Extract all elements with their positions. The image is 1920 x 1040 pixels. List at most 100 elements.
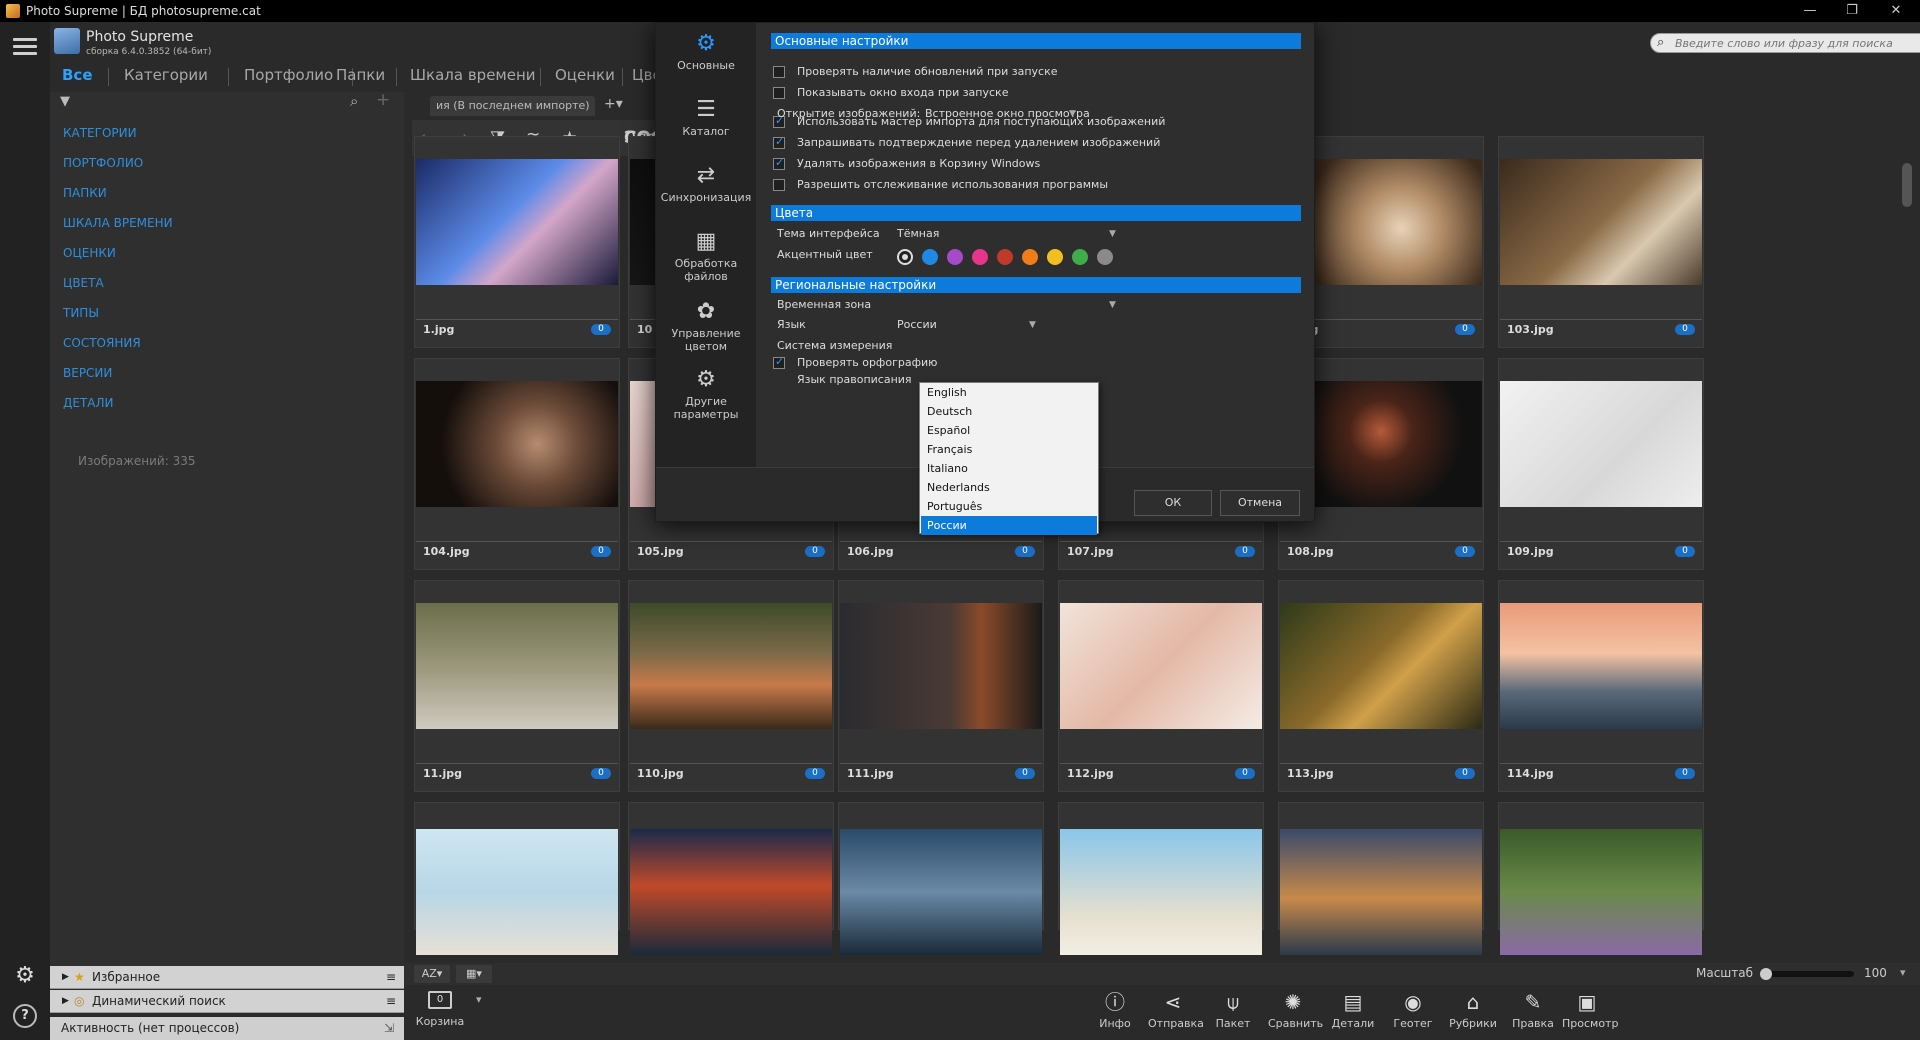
language-select[interactable]: России (897, 318, 937, 331)
thumbnail-image[interactable] (416, 829, 618, 955)
settings-checkbox[interactable] (773, 66, 785, 78)
sidebar-item-folders[interactable]: ПАПКИ (63, 186, 107, 200)
close-button[interactable]: ✕ (1874, 0, 1918, 22)
thumbnail-tile[interactable]: 11.jpg 0 (414, 580, 620, 792)
thumbnail-tile[interactable]: 109.jpg 0 (1498, 358, 1704, 570)
sidebar-item-categories[interactable]: КАТЕГОРИИ (63, 126, 137, 140)
thumbnail-image[interactable] (1500, 381, 1702, 507)
tab-all[interactable]: Все (62, 66, 93, 84)
accent-color-swatch[interactable] (897, 249, 913, 265)
thumbnail-image[interactable] (630, 603, 832, 729)
thumbnail-tile[interactable] (414, 802, 620, 955)
accent-color-swatch[interactable] (972, 249, 988, 265)
thumbnail-tile[interactable]: 112.jpg 0 (1058, 580, 1264, 792)
thumbnail-image[interactable] (1060, 603, 1262, 729)
sidebar-item-colors[interactable]: ЦВЕТА (63, 276, 104, 290)
settings-checkbox[interactable] (773, 179, 785, 191)
scrollbar-thumb[interactable] (1902, 163, 1912, 207)
tab-categories[interactable]: Категории (124, 66, 208, 84)
settings-nav-item[interactable]: ✿ Управление цветом (656, 299, 756, 353)
thumbnail-image[interactable] (416, 381, 618, 507)
settings-nav-item[interactable]: ☰ Каталог (656, 97, 756, 138)
panel-menu-icon[interactable]: ≡ (386, 990, 396, 1013)
view-mode-button[interactable]: ▦▾ (456, 965, 492, 983)
add-tab-icon[interactable]: +▾ (604, 96, 623, 112)
language-option[interactable]: Italiano (921, 459, 1097, 478)
toolbar-button-details[interactable]: ▤ Детали (1328, 991, 1378, 1037)
sort-button[interactable]: AZ▾ (414, 965, 450, 983)
thumbnail-tile[interactable]: 1.jpg 0 (414, 136, 620, 348)
toolbar-button-share[interactable]: ⋖ Отправка (1148, 991, 1204, 1037)
vertical-scrollbar[interactable] (1900, 153, 1914, 959)
settings-nav-item[interactable]: ⚙ Основные (656, 31, 756, 72)
help-icon[interactable]: ? (13, 1004, 37, 1028)
thumbnail-tile[interactable] (1058, 802, 1264, 955)
cancel-button[interactable]: Отмена (1220, 490, 1300, 516)
sidebar-item-versions[interactable]: ВЕРСИИ (63, 366, 112, 380)
thumbnail-tile[interactable] (1278, 802, 1484, 955)
settings-gear-icon[interactable]: ⚙ (13, 964, 37, 988)
thumbnail-tile[interactable]: 104.jpg 0 (414, 358, 620, 570)
basket-dropdown-icon[interactable]: ▾ (476, 993, 482, 1006)
toolbar-button-compare[interactable]: ✺ Сравнить (1268, 991, 1323, 1037)
sidebar-item-ratings[interactable]: ОЦЕНКИ (63, 246, 116, 260)
sidebar-item-states[interactable]: СОСТОЯНИЯ (63, 336, 141, 350)
settings-nav-item[interactable]: ⚙ Другие параметры (656, 367, 756, 421)
expand-arrow-icon[interactable]: ▶ (62, 990, 69, 1013)
chevron-down-icon[interactable]: ▼ (1109, 300, 1116, 310)
tab-ratings[interactable]: Оценки (555, 66, 615, 84)
maximize-button[interactable]: ❐ (1830, 0, 1874, 22)
language-option[interactable]: Português (921, 497, 1097, 516)
thumbnail-image[interactable] (1280, 603, 1482, 729)
accent-color-swatch[interactable] (922, 249, 938, 265)
scale-slider-knob[interactable] (1760, 968, 1772, 980)
toolbar-button-brush[interactable]: ✎ Правка (1508, 991, 1558, 1037)
thumbnail-image[interactable] (416, 159, 618, 285)
chevron-down-icon[interactable]: ▼ (1069, 109, 1076, 119)
add-icon[interactable]: + (376, 90, 390, 110)
thumbnail-tile[interactable]: 113.jpg 0 (1278, 580, 1484, 792)
sidebar-item-portfolio[interactable]: ПОРТФОЛИО (63, 156, 143, 170)
basket-button[interactable]: 0 Корзина (412, 991, 468, 1037)
thumbnail-tile[interactable]: 114.jpg 0 (1498, 580, 1704, 792)
thumbnail-image[interactable] (416, 603, 618, 729)
language-option[interactable]: Español (921, 421, 1097, 440)
settings-nav-item[interactable]: ▦ Обработка файлов (656, 229, 756, 283)
thumbnail-image[interactable] (630, 829, 832, 955)
accent-color-swatch[interactable] (1047, 249, 1063, 265)
tab-portfolio[interactable]: Портфолио (244, 66, 333, 84)
settings-checkbox[interactable] (773, 87, 785, 99)
thumbnail-image[interactable] (1500, 829, 1702, 955)
panel-menu-icon[interactable]: ≡ (386, 966, 396, 989)
dynamic-search-panel[interactable]: ▶ ◎ Динамический поиск ≡ (50, 990, 404, 1013)
sidebar-item-details[interactable]: ДЕТАЛИ (63, 396, 114, 410)
thumbnail-tile[interactable] (1498, 802, 1704, 955)
search-icon[interactable]: ⌕ (350, 92, 358, 110)
menu-icon[interactable] (13, 38, 37, 56)
scale-slider[interactable] (1760, 968, 1854, 980)
chevron-down-icon[interactable]: ▼ (1109, 229, 1116, 239)
language-option[interactable]: Deutsch (921, 402, 1097, 421)
scale-dropdown-icon[interactable]: ▾ (1900, 966, 1906, 979)
thumbnail-image[interactable] (1500, 603, 1702, 729)
search-input[interactable] (1675, 35, 1915, 51)
thumbnail-tile[interactable]: 110.jpg 0 (628, 580, 834, 792)
chevron-down-icon[interactable]: ▼ (1029, 320, 1036, 330)
activity-expand-icon[interactable]: ⇲ (384, 1017, 394, 1040)
sidebar-item-types[interactable]: ТИПЫ (63, 306, 99, 320)
search-box[interactable]: ⌕ ⊗ (1650, 33, 1920, 53)
accent-color-swatch[interactable] (1072, 249, 1088, 265)
toolbar-button-info[interactable]: ⓘ Инфо (1090, 991, 1140, 1037)
minimize-button[interactable]: — (1788, 0, 1832, 22)
scale-value[interactable]: 100 (1864, 966, 1887, 980)
language-option[interactable]: Nederlands (921, 478, 1097, 497)
thumbnail-image[interactable] (1280, 829, 1482, 955)
language-option[interactable]: Français (921, 440, 1097, 459)
ok-button[interactable]: ОК (1134, 490, 1212, 516)
settings-nav-item[interactable]: ⇄ Синхронизация (656, 163, 756, 204)
language-option[interactable]: English (921, 383, 1097, 402)
accent-color-swatch[interactable] (947, 249, 963, 265)
thumbnail-image[interactable] (840, 603, 1042, 729)
accent-color-swatch[interactable] (1022, 249, 1038, 265)
expand-arrow-icon[interactable]: ▶ (62, 966, 69, 989)
